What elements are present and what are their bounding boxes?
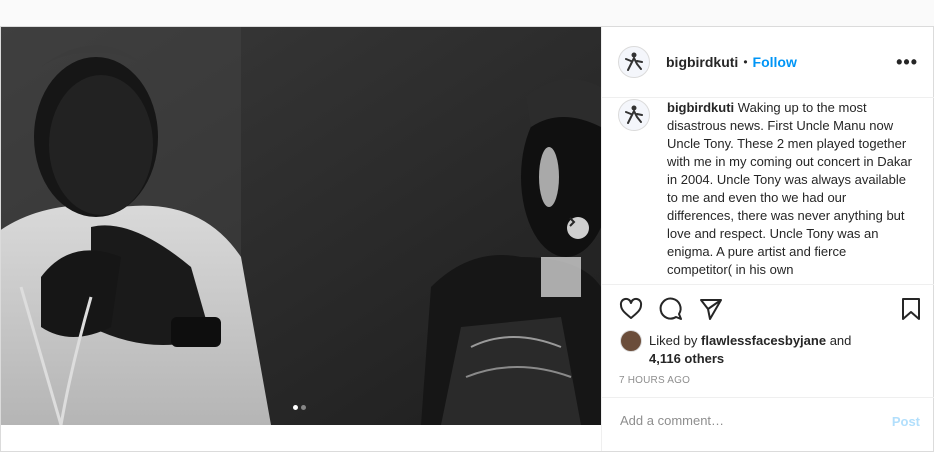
carousel-dot-1	[293, 405, 298, 410]
action-bar	[602, 284, 934, 335]
liker-username[interactable]: flawlessfacesbyjane	[701, 333, 826, 348]
post-header: bigbirdkuti • Follow •••	[602, 27, 934, 98]
chevron-right-icon	[569, 217, 576, 227]
header-separator: •	[743, 55, 748, 69]
likes-text: Liked by flawlessfacesbyjane and 4,116 o…	[649, 332, 889, 368]
more-options-button[interactable]: •••	[896, 52, 918, 73]
comment-input[interactable]	[618, 412, 872, 429]
caption-body: Waking up to the most disastrous news. F…	[667, 100, 912, 277]
carousel-next-button[interactable]	[567, 217, 589, 239]
carousel-indicator	[293, 405, 306, 410]
photo-illustration	[1, 27, 601, 425]
caption-username[interactable]: bigbirdkuti	[667, 100, 734, 115]
author-username[interactable]: bigbirdkuti	[666, 54, 738, 70]
like-heart-icon[interactable]	[618, 296, 644, 322]
post-comment-button[interactable]: Post	[892, 414, 920, 429]
liker-avatar[interactable]	[620, 330, 642, 352]
caption-block: bigbirdkuti Waking up to the most disast…	[618, 99, 918, 283]
save-bookmark-icon[interactable]	[898, 296, 924, 322]
carousel-dot-2	[301, 405, 306, 410]
post-card: bigbirdkuti • Follow ••• bigbirdkuti Wak…	[0, 26, 934, 452]
caption-author-avatar[interactable]	[618, 99, 650, 131]
post-timestamp[interactable]: 7 HOURS AGO	[619, 375, 690, 386]
likes-count[interactable]: 4,116 others	[649, 351, 724, 366]
post-sidebar: bigbirdkuti • Follow ••• bigbirdkuti Wak…	[601, 27, 934, 451]
likes-prefix: Liked by	[649, 333, 702, 348]
follow-button[interactable]: Follow	[753, 54, 797, 70]
share-paper-plane-icon[interactable]	[698, 296, 724, 322]
likes-middle: and	[826, 333, 852, 348]
author-avatar[interactable]	[618, 46, 650, 78]
post-image[interactable]	[1, 27, 601, 425]
likes-summary: Liked by flawlessfacesbyjane and 4,116 o…	[620, 330, 889, 368]
comment-box: Post	[602, 397, 934, 452]
caption-text: bigbirdkuti Waking up to the most disast…	[667, 99, 912, 279]
comment-icon[interactable]	[658, 296, 684, 322]
avatar-figure-icon	[625, 105, 643, 124]
avatar-figure-icon	[625, 52, 643, 71]
